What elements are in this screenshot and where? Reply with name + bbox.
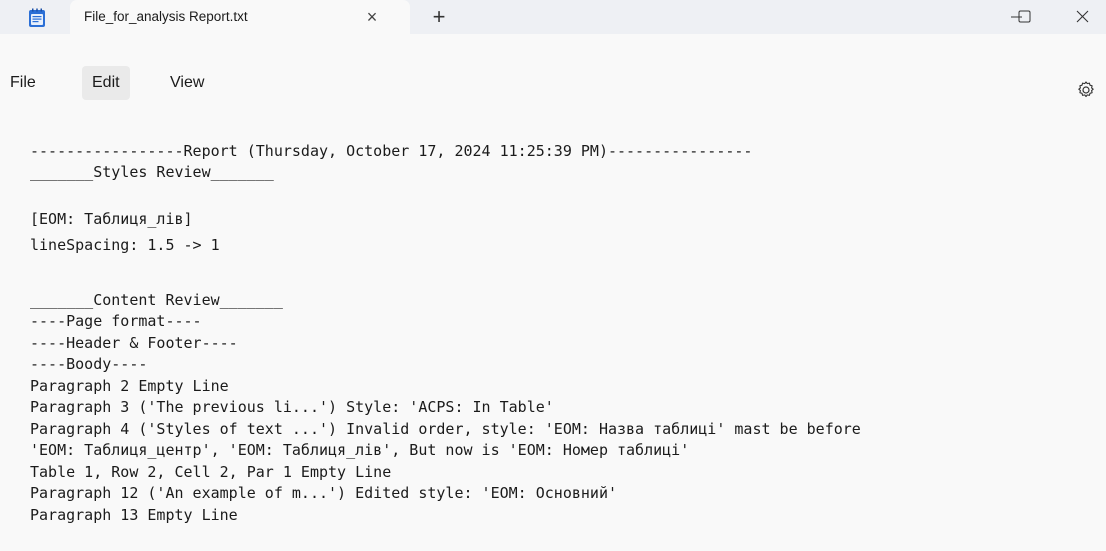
menu-bar: File Edit View bbox=[0, 34, 1106, 111]
notepad-icon bbox=[29, 8, 45, 27]
menu-file[interactable]: File bbox=[0, 66, 46, 100]
document-line: ----Header & Footer---- bbox=[30, 334, 238, 352]
tab-title: File_for_analysis Report.txt bbox=[84, 9, 248, 24]
document-line: Paragraph 4 ('Styles of text ...') Inval… bbox=[30, 420, 861, 438]
document-line: Table 1, Row 2, Cell 2, Par 1 Empty Line bbox=[30, 463, 392, 481]
document-line: ----Page format---- bbox=[30, 312, 202, 330]
document-line: Paragraph 12 ('An example of m...') Edit… bbox=[30, 484, 617, 502]
document-line: Paragraph 3 ('The previous li...') Style… bbox=[30, 398, 554, 416]
tab-file-report[interactable]: File_for_analysis Report.txt × bbox=[70, 0, 410, 34]
menu-view[interactable]: View bbox=[160, 66, 214, 100]
document-line: 'EOM: Таблиця_центр', 'EOM: Таблиця_лів'… bbox=[30, 441, 690, 459]
document-line: lineSpacing: 1.5 -> 1 bbox=[30, 236, 220, 254]
gear-icon[interactable] bbox=[1076, 80, 1096, 100]
tab-close-icon[interactable]: × bbox=[359, 4, 385, 30]
document-line: _______Styles Review_______ bbox=[30, 163, 274, 181]
close-window-icon[interactable] bbox=[1060, 0, 1106, 34]
document-line: -----------------Report (Thursday, Octob… bbox=[30, 142, 753, 160]
document-line: [EOM: Таблиця_лів] bbox=[30, 210, 193, 228]
document-line: _______Content Review_______ bbox=[30, 291, 283, 309]
document-line: Paragraph 13 Empty Line bbox=[30, 506, 238, 524]
maximize-icon[interactable] bbox=[1001, 0, 1047, 34]
document-line: ----Boody---- bbox=[30, 355, 148, 373]
tab-strip: File_for_analysis Report.txt × bbox=[0, 0, 410, 34]
document-line: Paragraph 2 Empty Line bbox=[30, 377, 229, 395]
menu-edit[interactable]: Edit bbox=[82, 66, 130, 100]
text-editor[interactable]: -----------------Report (Thursday, Octob… bbox=[0, 111, 1106, 551]
new-tab-icon[interactable]: + bbox=[424, 3, 454, 31]
title-bar: File_for_analysis Report.txt × + bbox=[0, 0, 1106, 34]
